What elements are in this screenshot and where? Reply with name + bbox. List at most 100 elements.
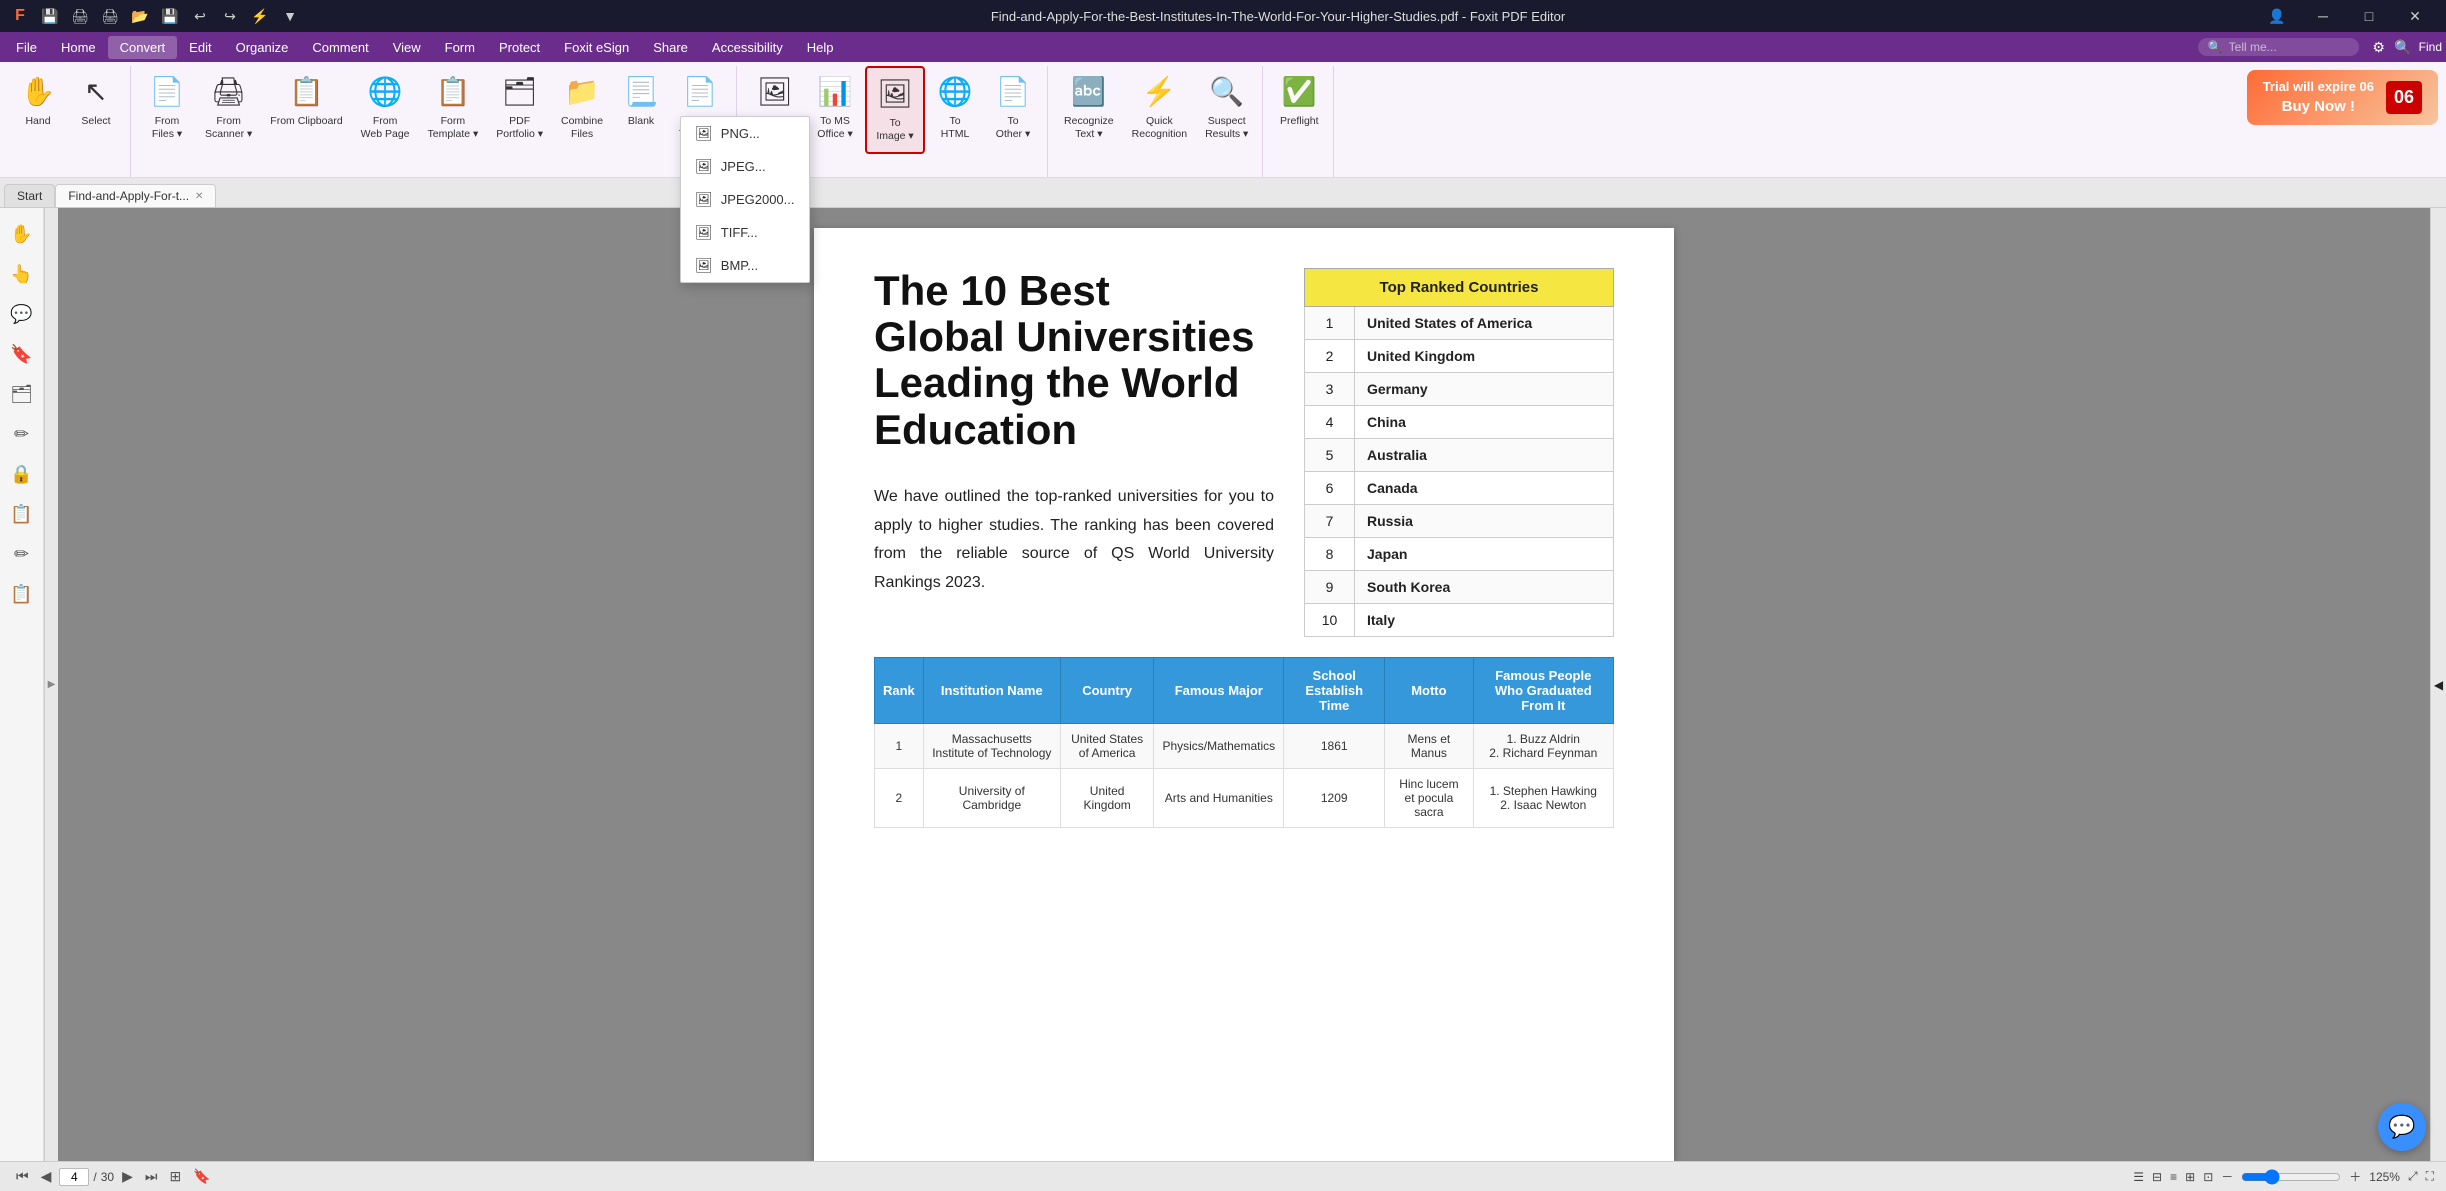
- zoom-value: 125%: [2369, 1170, 2400, 1184]
- quick-recognition-button[interactable]: ⚡ QuickRecognition: [1124, 66, 1195, 154]
- undo-icon[interactable]: ↩: [188, 4, 212, 28]
- preflight-button[interactable]: ✅ Preflight: [1271, 66, 1327, 154]
- ribbon: ✋ Hand ↖ Select 📄 FromFiles ▾ 🖨 FromScan…: [0, 62, 2446, 178]
- from-web-page-button[interactable]: 🌐 FromWeb Page: [353, 66, 418, 154]
- menu-accessibility[interactable]: Accessibility: [700, 36, 795, 59]
- sidebar-bookmark-icon[interactable]: 🔖: [4, 336, 40, 372]
- close-button[interactable]: ✕: [2392, 0, 2438, 32]
- dropdown-bmp[interactable]: 🖼 BMP...: [681, 249, 809, 282]
- quick-icon[interactable]: ⚡: [248, 4, 272, 28]
- bmp-icon: 🖼: [695, 257, 713, 274]
- settings-icon[interactable]: ⚙: [2367, 35, 2391, 59]
- tab-start[interactable]: Start: [4, 184, 55, 207]
- recognize-text-button[interactable]: 🔤 RecognizeText ▾: [1056, 66, 1122, 154]
- sidebar-layers-icon[interactable]: 🗂: [4, 376, 40, 412]
- menu-foxit-esign[interactable]: Foxit eSign: [552, 36, 641, 59]
- print2-icon[interactable]: 🖨: [98, 4, 122, 28]
- menu-edit[interactable]: Edit: [177, 36, 223, 59]
- dropdown-jpeg[interactable]: 🖼 JPEG...: [681, 150, 809, 183]
- chat-icon[interactable]: 💬: [2378, 1103, 2426, 1151]
- to-ms-office-button[interactable]: 📊 To MSOffice ▾: [807, 66, 863, 154]
- save2-icon[interactable]: 💾: [158, 4, 182, 28]
- sidebar-clipboard-icon[interactable]: 📋: [4, 576, 40, 612]
- to-image-button[interactable]: 🖼 ToImage ▾: [865, 66, 925, 154]
- open-icon[interactable]: 📂: [128, 4, 152, 28]
- dropdown-tiff[interactable]: 🖼 TIFF...: [681, 216, 809, 249]
- user-icon[interactable]: 👤: [2254, 0, 2300, 32]
- combine-files-button[interactable]: 📁 CombineFiles: [553, 66, 611, 154]
- ribbon-group-create: 📄 FromFiles ▾ 🖨 FromScanner ▾ 📋 From Cli…: [133, 66, 737, 177]
- from-files-button[interactable]: 📄 FromFiles ▾: [139, 66, 195, 154]
- bookmark-page-button[interactable]: 🔖: [189, 1166, 214, 1187]
- institution-table: Rank Institution Name Country Famous Maj…: [874, 657, 1614, 828]
- prev-page-button[interactable]: ◀: [37, 1166, 56, 1187]
- from-clipboard-icon: 📋: [286, 72, 326, 112]
- menu-organize[interactable]: Organize: [224, 36, 301, 59]
- sidebar-pointer-icon[interactable]: 👆: [4, 256, 40, 292]
- jpeg2000-label: JPEG2000...: [721, 192, 795, 207]
- dropdown-jpeg2000[interactable]: 🖼 JPEG2000...: [681, 183, 809, 216]
- maximize-button[interactable]: □: [2346, 0, 2392, 32]
- menu-protect[interactable]: Protect: [487, 36, 552, 59]
- menu-view[interactable]: View: [381, 36, 433, 59]
- minimize-button[interactable]: ─: [2300, 0, 2346, 32]
- tab-document[interactable]: Find-and-Apply-For-t... ✕: [55, 184, 216, 207]
- find-icon[interactable]: 🔍: [2391, 35, 2415, 59]
- sidebar-pen-icon[interactable]: ✏: [4, 416, 40, 452]
- zoom-slider[interactable]: [2241, 1169, 2341, 1185]
- menu-share[interactable]: Share: [641, 36, 700, 59]
- suspect-results-button[interactable]: 🔍 SuspectResults ▾: [1197, 66, 1256, 154]
- search-input[interactable]: [2229, 40, 2349, 54]
- sidebar-comment-icon[interactable]: 💬: [4, 296, 40, 332]
- to-other-button[interactable]: 📄 ToOther ▾: [985, 66, 1041, 154]
- collapse-handle[interactable]: ▶: [44, 208, 58, 1161]
- tab-close-button[interactable]: ✕: [195, 191, 203, 202]
- col-motto: Motto: [1385, 658, 1473, 724]
- ribbon-group-ocr: 🔤 RecognizeText ▾ ⚡ QuickRecognition 🔍 S…: [1050, 66, 1263, 177]
- right-panel[interactable]: ◀: [2430, 208, 2446, 1161]
- redo-icon[interactable]: ↪: [218, 4, 242, 28]
- zoom-out-button[interactable]: －: [2221, 1168, 2233, 1185]
- view-mode-scroll[interactable]: ≡: [2170, 1170, 2177, 1184]
- menu-help[interactable]: Help: [795, 36, 846, 59]
- menu-file[interactable]: File: [4, 36, 49, 59]
- from-scanner-button[interactable]: 🖨 FromScanner ▾: [197, 66, 260, 154]
- sidebar-hand-icon[interactable]: ✋: [4, 216, 40, 252]
- to-html-button[interactable]: 🌐 ToHTML: [927, 66, 983, 154]
- hand-label: Hand: [25, 115, 50, 128]
- page-input[interactable]: [59, 1168, 89, 1186]
- trial-banner[interactable]: Trial will expire 06 Buy Now ! 06: [2247, 70, 2438, 125]
- view-mode-single[interactable]: ☰: [2133, 1170, 2144, 1184]
- view-mode-grid[interactable]: ⊡: [2203, 1170, 2213, 1184]
- menu-form[interactable]: Form: [433, 36, 487, 59]
- zoom-in-button[interactable]: ＋: [2349, 1168, 2361, 1185]
- print-icon[interactable]: 🖨: [68, 4, 92, 28]
- status-right: ☰ ⊟ ≡ ⊞ ⊡ － ＋ 125% ⤢ ⛶: [2133, 1168, 2434, 1185]
- next-page-button[interactable]: ▶: [118, 1166, 137, 1187]
- fullscreen-button[interactable]: ⛶: [2426, 1169, 2434, 1184]
- blank-icon: 📃: [621, 72, 661, 112]
- search-box[interactable]: 🔍: [2198, 38, 2359, 56]
- sidebar-pages-icon[interactable]: 📋: [4, 496, 40, 532]
- hand-button[interactable]: ✋ Hand: [10, 66, 66, 154]
- from-clipboard-button[interactable]: 📋 From Clipboard: [262, 66, 350, 154]
- dropdown-icon[interactable]: ▼: [278, 4, 302, 28]
- pdf-portfolio-button[interactable]: 🗂 PDFPortfolio ▾: [488, 66, 551, 154]
- sidebar-edit-icon[interactable]: ✏: [4, 536, 40, 572]
- dropdown-png[interactable]: 🖼 PNG...: [681, 117, 809, 150]
- fit-page-button[interactable]: ⤢: [2408, 1169, 2418, 1184]
- view-mode-spread[interactable]: ⊞: [2185, 1170, 2195, 1184]
- menu-comment[interactable]: Comment: [300, 36, 380, 59]
- menu-home[interactable]: Home: [49, 36, 108, 59]
- last-page-button[interactable]: ⏭: [141, 1166, 162, 1187]
- save-icon[interactable]: 💾: [38, 4, 62, 28]
- menu-convert[interactable]: Convert: [108, 36, 178, 59]
- select-button[interactable]: ↖ Select: [68, 66, 124, 154]
- add-page-button[interactable]: ⊞: [165, 1166, 185, 1187]
- first-page-button[interactable]: ⏮: [12, 1166, 33, 1187]
- sidebar-lock-icon[interactable]: 🔒: [4, 456, 40, 492]
- form-template-button[interactable]: 📋 FormTemplate ▾: [420, 66, 487, 154]
- view-mode-double[interactable]: ⊟: [2152, 1170, 2162, 1184]
- jpeg-icon: 🖼: [695, 158, 713, 175]
- blank-button[interactable]: 📃 Blank: [613, 66, 669, 154]
